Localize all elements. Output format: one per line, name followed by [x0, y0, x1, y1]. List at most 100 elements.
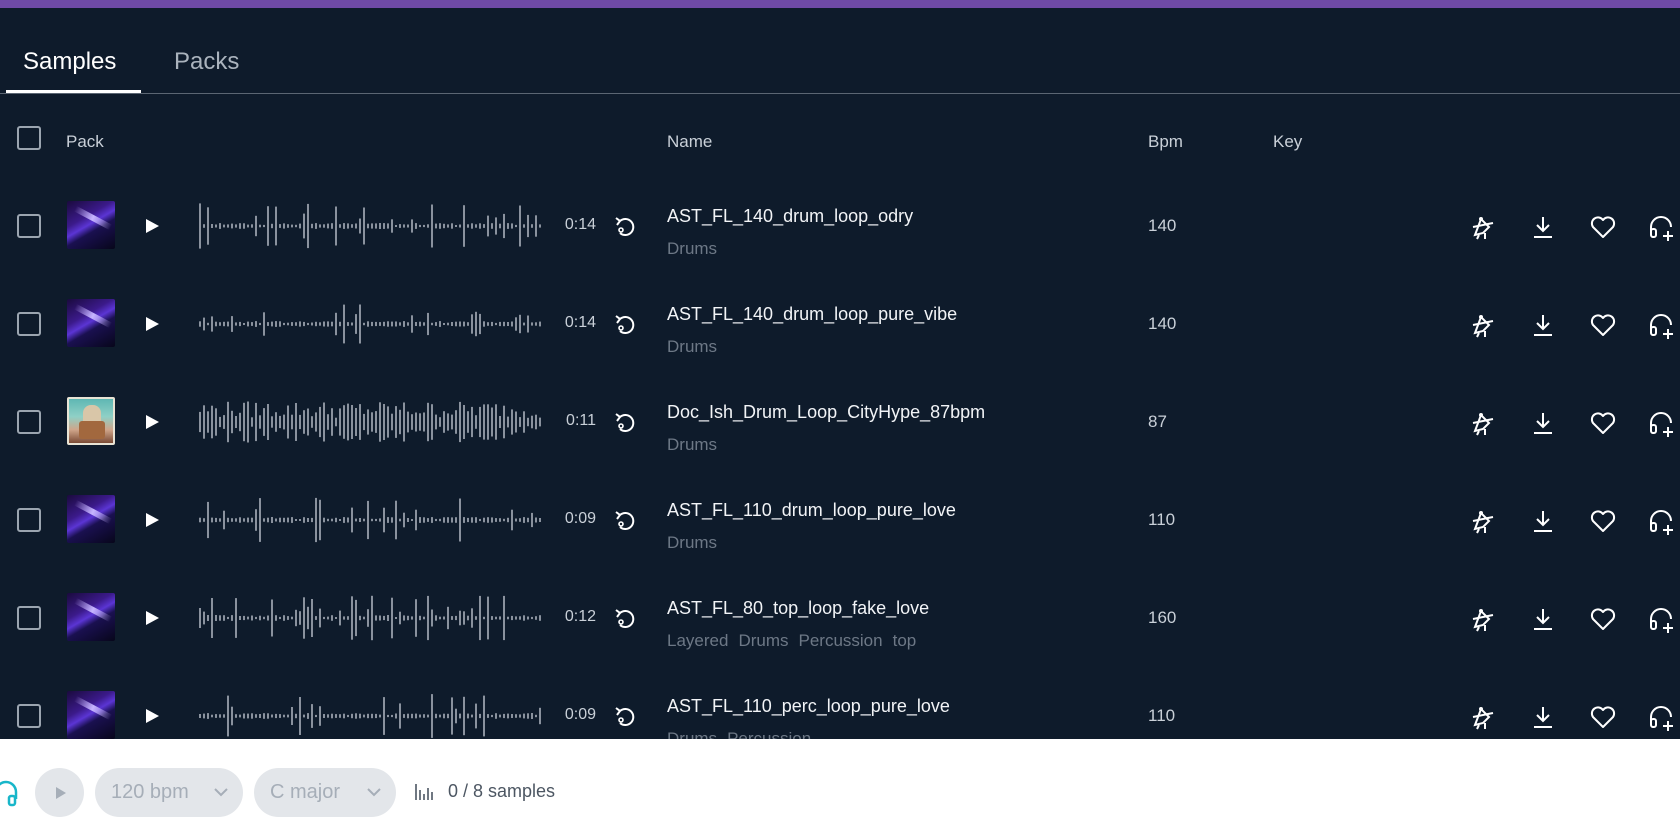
headphones-icon[interactable] — [0, 779, 18, 807]
heart-icon[interactable] — [1589, 311, 1617, 339]
find-similar-icon[interactable] — [1469, 507, 1497, 535]
loop-icon[interactable] — [612, 311, 638, 337]
bpm-selector-label: 120 bpm — [111, 781, 189, 803]
heart-icon[interactable] — [1589, 605, 1617, 633]
loop-icon[interactable] — [612, 605, 638, 631]
waveform[interactable] — [198, 397, 546, 447]
sample-tag[interactable]: Drums — [667, 239, 717, 258]
find-similar-icon[interactable] — [1469, 213, 1497, 241]
heart-icon[interactable] — [1589, 703, 1617, 731]
download-icon[interactable] — [1529, 213, 1557, 241]
sample-tag[interactable]: Percussion — [799, 631, 883, 650]
sample-bpm: 140 — [1148, 314, 1177, 333]
sample-tag[interactable]: Drums — [667, 337, 717, 356]
sample-name[interactable]: Doc_Ish_Drum_Loop_CityHype_87bpm — [667, 402, 985, 423]
sample-row[interactable]: 0:14 AST_FL_140_drum_loop_pure_vibe Drums 1… — [0, 282, 1680, 380]
loop-icon[interactable] — [612, 703, 638, 729]
sample-name[interactable]: AST_FL_80_top_loop_fake_love — [667, 598, 929, 619]
bpm-selector[interactable]: 120 bpm — [95, 768, 243, 817]
pack-artwork[interactable] — [67, 201, 115, 249]
sample-duration: 0:09 — [564, 706, 596, 723]
sample-name[interactable]: AST_FL_140_drum_loop_odry — [667, 206, 913, 227]
sample-tag[interactable]: top — [893, 631, 917, 650]
samples-panel: Samples Packs Pack Name Bpm Key 0:14 AST_… — [0, 8, 1680, 739]
find-similar-icon[interactable] — [1469, 311, 1497, 339]
download-icon[interactable] — [1529, 507, 1557, 535]
loop-icon[interactable] — [612, 213, 638, 239]
download-icon[interactable] — [1529, 311, 1557, 339]
download-icon[interactable] — [1529, 409, 1557, 437]
play-icon[interactable] — [143, 413, 161, 431]
play-icon[interactable] — [143, 217, 161, 235]
sample-row[interactable]: 0:12 AST_FL_80_top_loop_fake_love Layered D… — [0, 576, 1680, 674]
column-header-name[interactable]: Name — [667, 132, 712, 152]
row-checkbox[interactable] — [17, 410, 41, 434]
headphones-plus-icon[interactable] — [1648, 311, 1676, 339]
row-checkbox[interactable] — [17, 312, 41, 336]
sample-tag[interactable]: Drums — [667, 729, 717, 739]
sample-tag[interactable]: Drums — [667, 435, 717, 454]
play-icon[interactable] — [143, 609, 161, 627]
play-icon[interactable] — [143, 707, 161, 725]
heart-icon[interactable] — [1589, 409, 1617, 437]
row-checkbox[interactable] — [17, 704, 41, 728]
tab-samples[interactable]: Samples — [23, 48, 116, 76]
column-header-bpm[interactable]: Bpm — [1148, 132, 1183, 152]
table-header: Pack Name Bpm Key — [0, 126, 1680, 154]
waveform[interactable] — [198, 299, 546, 349]
sample-tags: Drums Percussion — [667, 729, 821, 739]
sample-duration: 0:09 — [564, 510, 596, 527]
player-footer: 120 bpm C major 0 / 8 samples — [0, 739, 1680, 840]
download-icon[interactable] — [1529, 605, 1557, 633]
sample-tag[interactable]: Drums — [738, 631, 788, 650]
sample-row[interactable]: 0:11 Doc_Ish_Drum_Loop_CityHype_87bpm Drum… — [0, 380, 1680, 478]
play-icon[interactable] — [143, 511, 161, 529]
footer-play-button[interactable] — [35, 768, 84, 817]
loop-icon[interactable] — [612, 507, 638, 533]
sample-tag[interactable]: Percussion — [727, 729, 811, 739]
waveform[interactable] — [198, 593, 546, 643]
headphones-plus-icon[interactable] — [1648, 703, 1676, 731]
select-all-checkbox[interactable] — [17, 126, 41, 150]
tab-packs[interactable]: Packs — [174, 48, 239, 76]
column-header-key[interactable]: Key — [1273, 132, 1302, 152]
waveform[interactable] — [198, 201, 546, 251]
samples-count-text: 0 / 8 samples — [448, 781, 556, 801]
sample-bpm: 160 — [1148, 608, 1177, 627]
find-similar-icon[interactable] — [1469, 703, 1497, 731]
sample-name[interactable]: AST_FL_110_drum_loop_pure_love — [667, 500, 956, 521]
pack-artwork[interactable] — [67, 299, 115, 347]
sample-bpm: 140 — [1148, 216, 1177, 235]
headphones-plus-icon[interactable] — [1648, 605, 1676, 633]
sample-tags: Layered Drums Percussion top — [667, 631, 926, 651]
row-checkbox[interactable] — [17, 606, 41, 630]
headphones-plus-icon[interactable] — [1648, 213, 1676, 241]
chevron-down-icon — [214, 788, 228, 797]
chevron-down-icon — [367, 788, 381, 797]
waveform[interactable] — [198, 691, 546, 739]
sample-row[interactable]: 0:09 AST_FL_110_drum_loop_pure_love Drums 1… — [0, 478, 1680, 576]
waveform[interactable] — [198, 495, 546, 545]
pack-artwork[interactable] — [67, 691, 115, 739]
find-similar-icon[interactable] — [1469, 409, 1497, 437]
pack-artwork[interactable] — [67, 495, 115, 543]
heart-icon[interactable] — [1589, 507, 1617, 535]
sample-tag[interactable]: Layered — [667, 631, 728, 650]
play-icon[interactable] — [143, 315, 161, 333]
sample-tag[interactable]: Drums — [667, 533, 717, 552]
pack-artwork[interactable] — [67, 397, 115, 445]
sample-name[interactable]: AST_FL_110_perc_loop_pure_love — [667, 696, 950, 717]
sample-name[interactable]: AST_FL_140_drum_loop_pure_vibe — [667, 304, 957, 325]
loop-icon[interactable] — [612, 409, 638, 435]
headphones-plus-icon[interactable] — [1648, 409, 1676, 437]
row-checkbox[interactable] — [17, 508, 41, 532]
heart-icon[interactable] — [1589, 213, 1617, 241]
sample-row[interactable]: 0:14 AST_FL_140_drum_loop_odry Drums 140 — [0, 184, 1680, 282]
key-selector[interactable]: C major — [254, 768, 396, 817]
sample-row[interactable]: 0:09 AST_FL_110_perc_loop_pure_love Drums P… — [0, 674, 1680, 739]
find-similar-icon[interactable] — [1469, 605, 1497, 633]
download-icon[interactable] — [1529, 703, 1557, 731]
row-checkbox[interactable] — [17, 214, 41, 238]
headphones-plus-icon[interactable] — [1648, 507, 1676, 535]
pack-artwork[interactable] — [67, 593, 115, 641]
